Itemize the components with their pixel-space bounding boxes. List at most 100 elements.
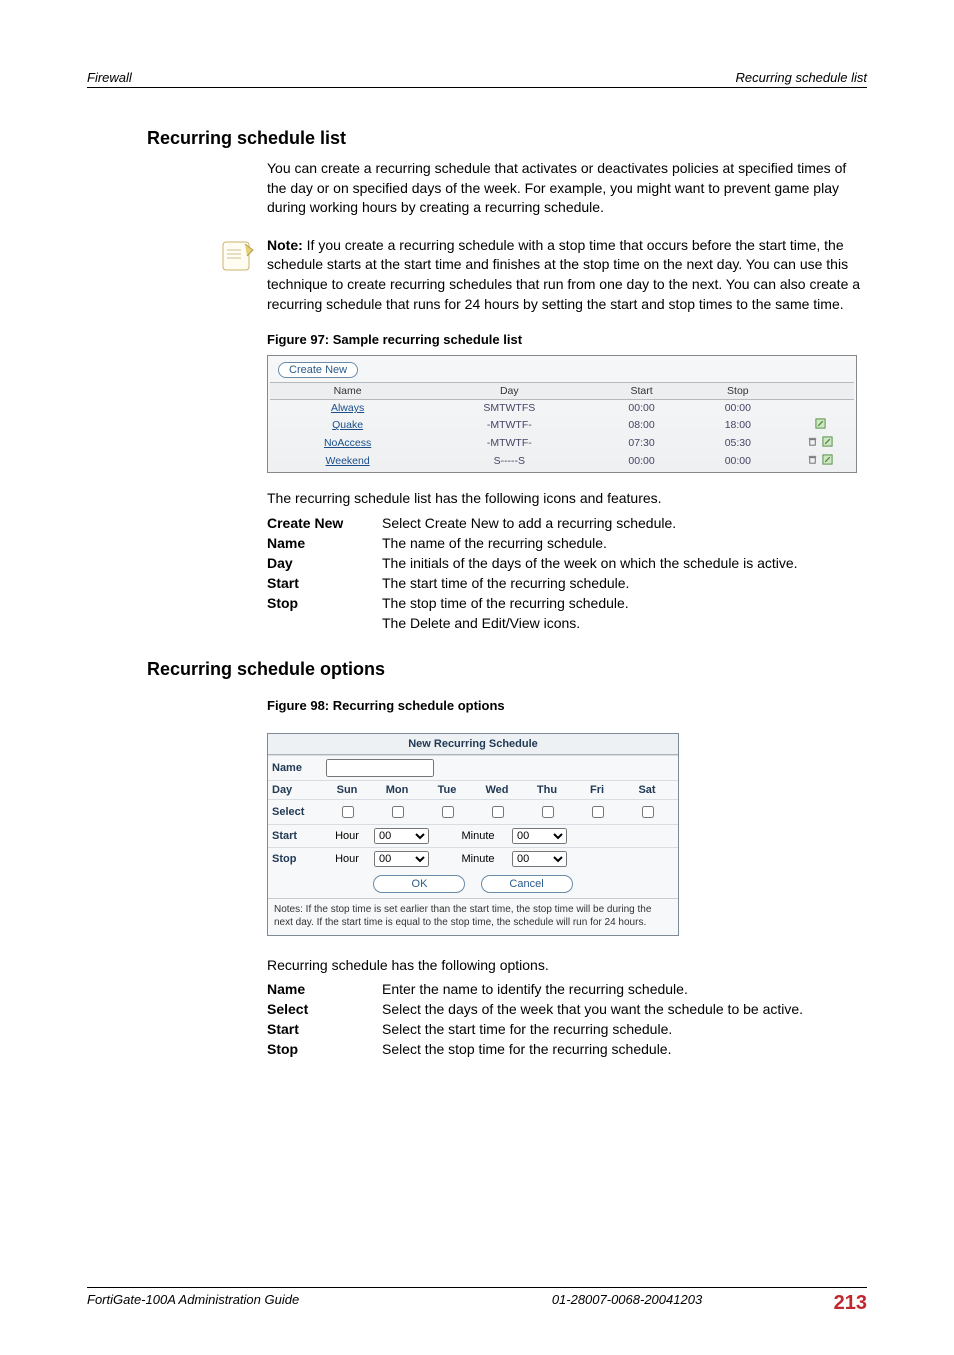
row3-name[interactable]: Weekend <box>270 452 425 470</box>
page-number: 213 <box>807 1292 867 1315</box>
row1-stop: 18:00 <box>690 416 786 434</box>
start-minute-select[interactable]: 00 <box>512 828 567 844</box>
delete-icon[interactable] <box>806 438 819 450</box>
check-thu[interactable] <box>542 806 554 818</box>
def-desc: Select Create New to add a recurring sch… <box>382 515 857 531</box>
label-hour: Hour <box>322 827 372 845</box>
label-hour: Hour <box>322 850 372 868</box>
cancel-button[interactable]: Cancel <box>481 875 573 893</box>
form-title: New Recurring Schedule <box>268 734 678 755</box>
def-term: Select <box>267 1001 382 1017</box>
def-term: Day <box>267 555 382 571</box>
check-mon[interactable] <box>392 806 404 818</box>
def-term: Start <box>267 575 382 591</box>
running-head-left: Firewall <box>87 70 132 85</box>
name-input[interactable] <box>326 759 434 777</box>
section1-after-table: The recurring schedule list has the foll… <box>267 489 857 509</box>
th-start: Start <box>593 383 689 400</box>
note-text: If you create a recurring schedule with … <box>267 237 860 312</box>
table-row: NoAccess -MTWTF- 07:30 05:30 <box>270 434 854 452</box>
stop-minute-select[interactable]: 00 <box>512 851 567 867</box>
row3-stop: 00:00 <box>690 452 786 470</box>
row3-start: 00:00 <box>593 452 689 470</box>
running-head-right: Recurring schedule list <box>735 70 867 85</box>
note-label: Note: <box>267 237 303 253</box>
def-term: Create New <box>267 515 382 531</box>
table-row: Quake -MTWTF- 08:00 18:00 <box>270 416 854 434</box>
label-select: Select <box>268 803 322 821</box>
fig98-caption: Figure 98: Recurring schedule options <box>267 698 857 713</box>
day-thu: Thu <box>522 781 572 799</box>
fig97-caption: Figure 97: Sample recurring schedule lis… <box>267 332 857 347</box>
day-sat: Sat <box>622 781 672 799</box>
label-stop: Stop <box>268 850 322 868</box>
footer-center: 01-28007-0068-20041203 <box>447 1292 807 1315</box>
check-sun[interactable] <box>342 806 354 818</box>
day-sun: Sun <box>322 781 372 799</box>
row1-start: 08:00 <box>593 416 689 434</box>
label-day: Day <box>268 781 322 799</box>
th-name: Name <box>270 383 425 400</box>
footer-left: FortiGate-100A Administration Guide <box>87 1292 447 1315</box>
row2-day: -MTWTF- <box>425 434 593 452</box>
row1-day: -MTWTF- <box>425 416 593 434</box>
ok-button[interactable]: OK <box>373 875 465 893</box>
row1-name[interactable]: Quake <box>270 416 425 434</box>
table-row: Weekend S-----S 00:00 00:00 <box>270 452 854 470</box>
check-fri[interactable] <box>592 806 604 818</box>
th-stop: Stop <box>690 383 786 400</box>
schedule-table: Name Day Start Stop Always SMTWTFS 00:00… <box>270 382 854 470</box>
row0-stop: 00:00 <box>690 400 786 417</box>
section1-note: Note: If you create a recurring schedule… <box>267 236 867 314</box>
def-term: Start <box>267 1021 382 1037</box>
form-notes: Notes: If the stop time is set earlier t… <box>268 898 678 935</box>
section1-title: Recurring schedule list <box>147 128 867 149</box>
fig97-container: Create New Name Day Start Stop Always SM… <box>267 355 857 473</box>
th-day: Day <box>425 383 593 400</box>
check-sat[interactable] <box>642 806 654 818</box>
edit-icon[interactable] <box>821 456 834 468</box>
th-actions <box>786 383 854 400</box>
row0-name[interactable]: Always <box>270 400 425 417</box>
section2-title: Recurring schedule options <box>147 659 867 680</box>
def-term: Name <box>267 535 382 551</box>
delete-icon[interactable] <box>806 456 819 468</box>
def-desc: The stop time of the recurring schedule. <box>382 595 857 611</box>
day-mon: Mon <box>372 781 422 799</box>
row0-start: 00:00 <box>593 400 689 417</box>
row3-day: S-----S <box>425 452 593 470</box>
def-desc: The name of the recurring schedule. <box>382 535 857 551</box>
stop-hour-select[interactable]: 00 <box>374 851 429 867</box>
day-tue: Tue <box>422 781 472 799</box>
def-term: Stop <box>267 595 382 611</box>
def-desc: Select the days of the week that you wan… <box>382 1001 857 1017</box>
def-desc: Enter the name to identify the recurring… <box>382 981 857 997</box>
def-desc: The start time of the recurring schedule… <box>382 575 857 591</box>
edit-icon[interactable] <box>814 420 827 432</box>
day-wed: Wed <box>472 781 522 799</box>
create-new-button[interactable]: Create New <box>278 362 358 378</box>
row2-name[interactable]: NoAccess <box>270 434 425 452</box>
label-minute: Minute <box>446 827 510 845</box>
row0-day: SMTWTFS <box>425 400 593 417</box>
def-desc: Select the stop time for the recurring s… <box>382 1041 857 1057</box>
section1-intro: You can create a recurring schedule that… <box>267 159 857 218</box>
label-minute: Minute <box>446 850 510 868</box>
def-desc: The initials of the days of the week on … <box>382 555 857 571</box>
check-tue[interactable] <box>442 806 454 818</box>
start-hour-select[interactable]: 00 <box>374 828 429 844</box>
table-row: Always SMTWTFS 00:00 00:00 <box>270 400 854 417</box>
note-icon <box>217 236 257 279</box>
def-term: Stop <box>267 1041 382 1057</box>
def-desc: Select the start time for the recurring … <box>382 1021 857 1037</box>
def-desc: The Delete and Edit/View icons. <box>382 615 857 631</box>
row2-start: 07:30 <box>593 434 689 452</box>
day-fri: Fri <box>572 781 622 799</box>
check-wed[interactable] <box>492 806 504 818</box>
edit-icon[interactable] <box>821 438 834 450</box>
fig98-container: New Recurring Schedule Name Day Sun Mon … <box>267 733 679 936</box>
section2-after-fig: Recurring schedule has the following opt… <box>267 956 857 976</box>
def-term <box>267 615 382 631</box>
label-start: Start <box>268 827 322 845</box>
label-name: Name <box>268 759 322 777</box>
